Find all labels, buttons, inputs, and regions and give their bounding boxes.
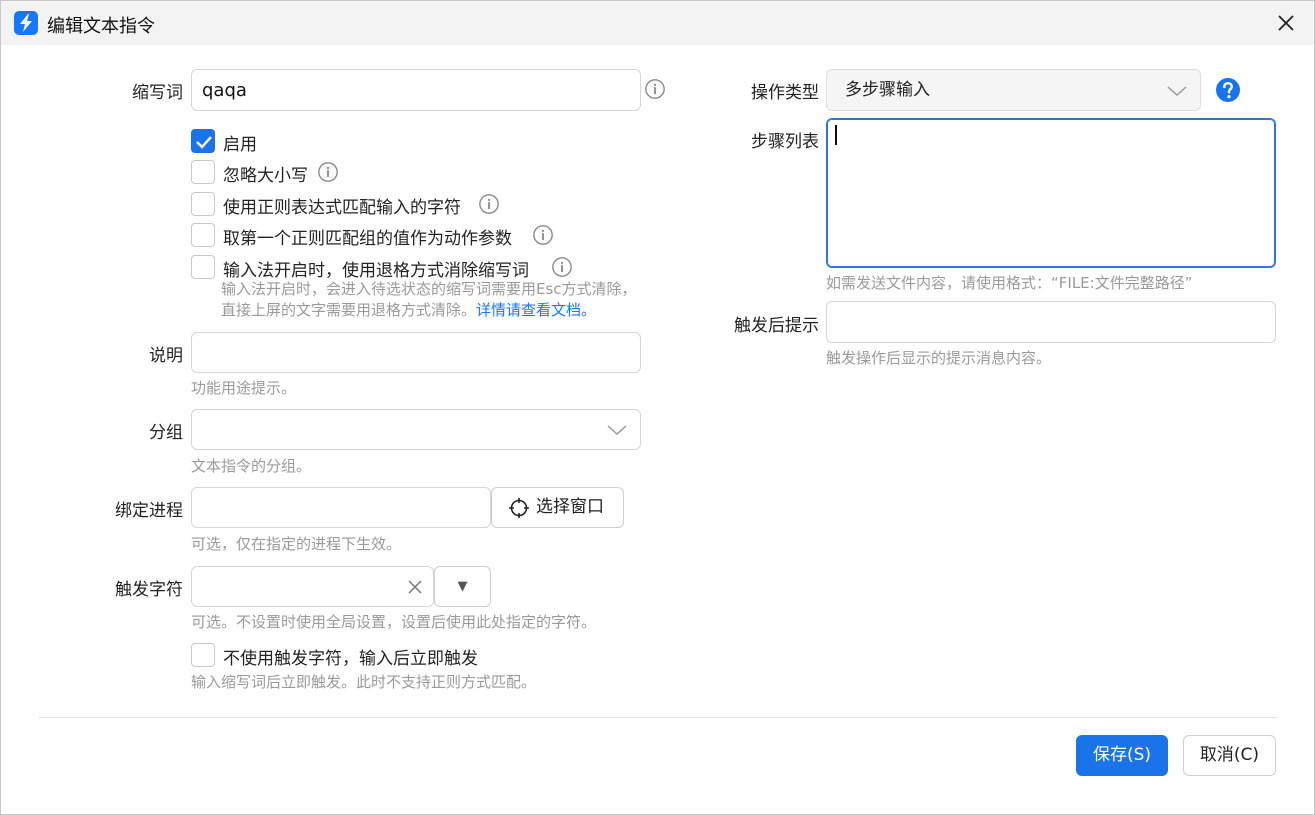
trigger-char-dropdown-button[interactable]: ▼ bbox=[434, 566, 491, 607]
description-label: 说明 bbox=[149, 346, 183, 366]
select-window-label: 选择窗口 bbox=[536, 497, 604, 517]
enable-checkbox[interactable] bbox=[191, 129, 215, 153]
group-hint: 文本指令的分组。 bbox=[191, 457, 312, 475]
ime-backspace-checkbox[interactable] bbox=[191, 255, 215, 279]
group-label: 分组 bbox=[149, 423, 183, 443]
steps-label: 步骤列表 bbox=[751, 132, 819, 152]
clear-icon[interactable] bbox=[407, 579, 423, 595]
regex-group-checkbox[interactable] bbox=[191, 223, 215, 247]
ignore-case-label: 忽略大小写 bbox=[223, 166, 308, 186]
steps-hint: 如需发送文件内容，请使用格式：“FILE:文件完整路径” bbox=[826, 274, 1193, 292]
chevron-down-icon bbox=[607, 425, 627, 436]
steps-textarea[interactable] bbox=[826, 118, 1276, 268]
docs-link[interactable]: 详情请查看文档。 bbox=[476, 301, 596, 319]
regex-group-label: 取第一个正则匹配组的值作为动作参数 bbox=[223, 229, 512, 249]
instant-trigger-label: 不使用触发字符，输入后立即触发 bbox=[223, 649, 478, 669]
cancel-button[interactable]: 取消(C) bbox=[1183, 735, 1276, 776]
enable-label: 启用 bbox=[223, 135, 257, 155]
description-hint: 功能用途提示。 bbox=[191, 379, 297, 397]
footer-divider bbox=[39, 717, 1276, 718]
process-label: 绑定进程 bbox=[115, 501, 183, 521]
after-tip-label: 触发后提示 bbox=[734, 316, 819, 336]
check-icon bbox=[196, 136, 212, 149]
process-input[interactable] bbox=[191, 487, 491, 528]
text-caret bbox=[835, 125, 837, 145]
title-bar: 编辑文本指令 bbox=[1, 1, 1314, 45]
regex-label: 使用正则表达式匹配输入的字符 bbox=[223, 198, 461, 218]
window-title: 编辑文本指令 bbox=[47, 16, 155, 37]
after-tip-hint: 触发操作后显示的提示消息内容。 bbox=[826, 349, 1052, 367]
chevron-down-icon bbox=[1167, 86, 1187, 97]
abbr-label: 缩写词 bbox=[132, 83, 183, 103]
trigger-char-input[interactable] bbox=[191, 566, 434, 607]
close-icon[interactable] bbox=[1272, 9, 1300, 37]
op-type-select[interactable]: 多步骤输入 bbox=[826, 69, 1201, 111]
info-icon[interactable] bbox=[532, 224, 554, 246]
info-icon[interactable] bbox=[644, 78, 666, 100]
regex-checkbox[interactable] bbox=[191, 192, 215, 216]
description-input[interactable] bbox=[191, 332, 641, 373]
ime-hint-text: 直接上屏的文字需要用退格方式清除。 bbox=[221, 301, 477, 319]
trigger-char-label: 触发字符 bbox=[115, 580, 183, 600]
op-type-label: 操作类型 bbox=[751, 83, 819, 103]
help-icon[interactable] bbox=[1215, 77, 1241, 103]
select-window-button[interactable]: 选择窗口 bbox=[491, 487, 624, 528]
app-logo-icon bbox=[14, 11, 38, 35]
info-icon[interactable] bbox=[317, 161, 339, 183]
op-type-value: 多步骤输入 bbox=[845, 80, 930, 100]
save-button[interactable]: 保存(S) bbox=[1076, 735, 1168, 776]
ignore-case-checkbox[interactable] bbox=[191, 160, 215, 184]
dialog-window: 编辑文本指令 缩写词 启用 忽略大小写 使用正则表达式匹配输入的字符 取第一个正… bbox=[0, 0, 1315, 815]
ime-hint-line1: 输入法开启时，会进入待选状态的缩写词需要用Esc方式清除， bbox=[221, 280, 637, 298]
process-hint: 可选，仅在指定的进程下生效。 bbox=[191, 535, 402, 553]
after-tip-input[interactable] bbox=[826, 301, 1276, 343]
ime-hint-line2: 直接上屏的文字需要用退格方式清除。详情请查看文档。 bbox=[221, 300, 596, 321]
info-icon[interactable] bbox=[551, 256, 573, 278]
ime-backspace-label: 输入法开启时，使用退格方式消除缩写词 bbox=[223, 261, 529, 281]
instant-trigger-hint: 输入缩写词后立即触发。此时不支持正则方式匹配。 bbox=[191, 673, 537, 691]
abbr-input[interactable] bbox=[191, 69, 641, 111]
group-select[interactable] bbox=[191, 409, 641, 450]
crosshair-icon bbox=[509, 498, 529, 518]
trigger-char-hint: 可选。不设置时使用全局设置，设置后使用此处指定的字符。 bbox=[191, 613, 597, 631]
info-icon[interactable] bbox=[478, 193, 500, 215]
instant-trigger-checkbox[interactable] bbox=[191, 643, 215, 667]
